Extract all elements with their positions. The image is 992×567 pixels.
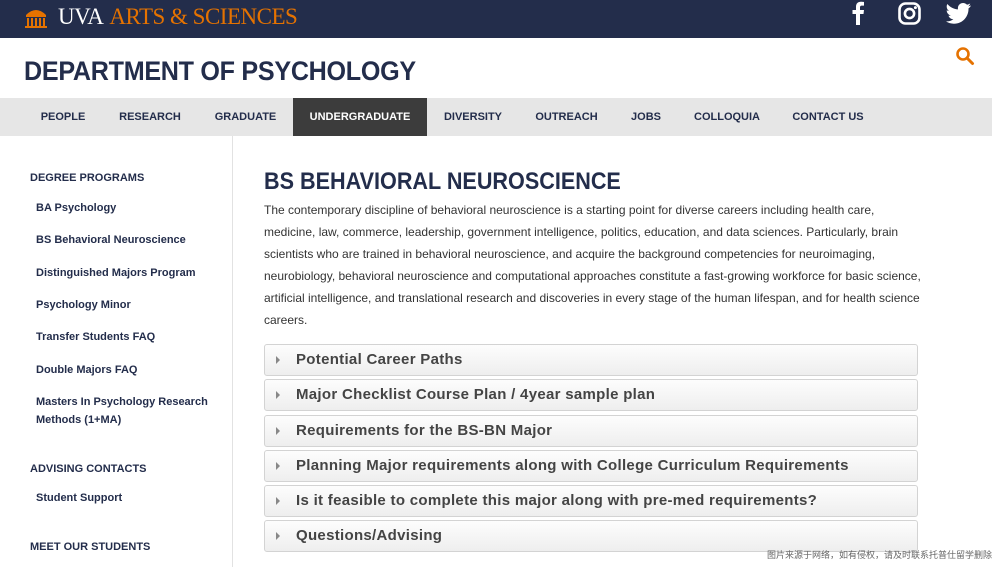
nav-outreach[interactable]: OUTREACH (519, 98, 614, 136)
nav-people[interactable]: PEOPLE (24, 98, 102, 136)
accordion-label: Planning Major requirements along with C… (296, 457, 849, 474)
sidebar-item-student-support[interactable]: Student Support (36, 489, 221, 507)
accordion-label: Questions/Advising (296, 527, 443, 544)
chevron-right-icon (276, 532, 280, 540)
nav-jobs[interactable]: JOBS (614, 98, 678, 136)
instagram-icon[interactable] (896, 0, 922, 26)
main-nav: PEOPLE RESEARCH GRADUATE UNDERGRADUATE D… (0, 98, 992, 136)
chevron-right-icon (276, 462, 280, 470)
nav-diversity[interactable]: DIVERSITY (427, 98, 519, 136)
logo-arts-text: ARTS & SCIENCES (109, 4, 298, 29)
degree-programs-heading: DEGREE PROGRAMS (30, 172, 145, 184)
sidebar-item-masters-research-methods[interactable]: Masters In Psychology Research Methods (… (36, 393, 216, 429)
twitter-icon[interactable] (944, 0, 972, 26)
nav-contact-us[interactable]: CONTACT US (776, 98, 880, 136)
meet-our-students-heading: MEET OUR STUDENTS (30, 541, 151, 553)
sidebar-item-transfer-faq[interactable]: Transfer Students FAQ (36, 328, 221, 346)
chevron-right-icon (276, 497, 280, 505)
sidebar-item-double-majors-faq[interactable]: Double Majors FAQ (36, 361, 221, 379)
department-title[interactable]: DEPARTMENT OF PSYCHOLOGY (24, 56, 416, 87)
accordion-requirements[interactable]: Requirements for the BS-BN Major (264, 415, 918, 447)
accordion-major-checklist[interactable]: Major Checklist Course Plan / 4year samp… (264, 379, 918, 411)
sidebar-item-ba-psychology[interactable]: BA Psychology (36, 199, 221, 217)
nav-graduate[interactable]: GRADUATE (198, 98, 293, 136)
page-title: BS BEHAVIORAL NEUROSCIENCE (264, 168, 621, 195)
watermark-text: 图片来源于网络，如有侵权，请及时联系托普仕留学删除 (766, 550, 992, 560)
rotunda-icon (25, 10, 47, 28)
sidebar-item-bs-behavioral-neuroscience[interactable]: BS Behavioral Neuroscience (36, 231, 221, 249)
nav-colloquia[interactable]: COLLOQUIA (678, 98, 776, 136)
nav-undergraduate[interactable]: UNDERGRADUATE (293, 98, 427, 136)
facebook-icon[interactable] (846, 0, 870, 26)
logo-uva-text: UVA (58, 4, 104, 29)
accordion-pre-med[interactable]: Is it feasible to complete this major al… (264, 485, 918, 517)
sidebar-item-distinguished-majors[interactable]: Distinguished Majors Program (36, 264, 221, 282)
accordion-label: Is it feasible to complete this major al… (296, 492, 818, 509)
chevron-right-icon (276, 427, 280, 435)
accordion-planning-major[interactable]: Planning Major requirements along with C… (264, 450, 918, 482)
site-header: DEPARTMENT OF PSYCHOLOGY (0, 38, 992, 98)
accordion-career-paths[interactable]: Potential Career Paths (264, 344, 918, 376)
advising-contacts-heading: ADVISING CONTACTS (30, 463, 147, 475)
accordion-label: Requirements for the BS-BN Major (296, 422, 553, 439)
accordion-label: Potential Career Paths (296, 351, 463, 368)
intro-paragraph: The contemporary discipline of behaviora… (264, 203, 921, 327)
uva-logo[interactable]: UVA ARTS & SCIENCES (24, 2, 298, 32)
top-bar: UVA ARTS & SCIENCES (0, 0, 992, 38)
chevron-right-icon (276, 391, 280, 399)
chevron-right-icon (276, 356, 280, 364)
sidebar-item-psychology-minor[interactable]: Psychology Minor (36, 296, 221, 314)
search-icon[interactable] (955, 46, 975, 66)
nav-research[interactable]: RESEARCH (102, 98, 198, 136)
accordion-label: Major Checklist Course Plan / 4year samp… (296, 386, 656, 403)
